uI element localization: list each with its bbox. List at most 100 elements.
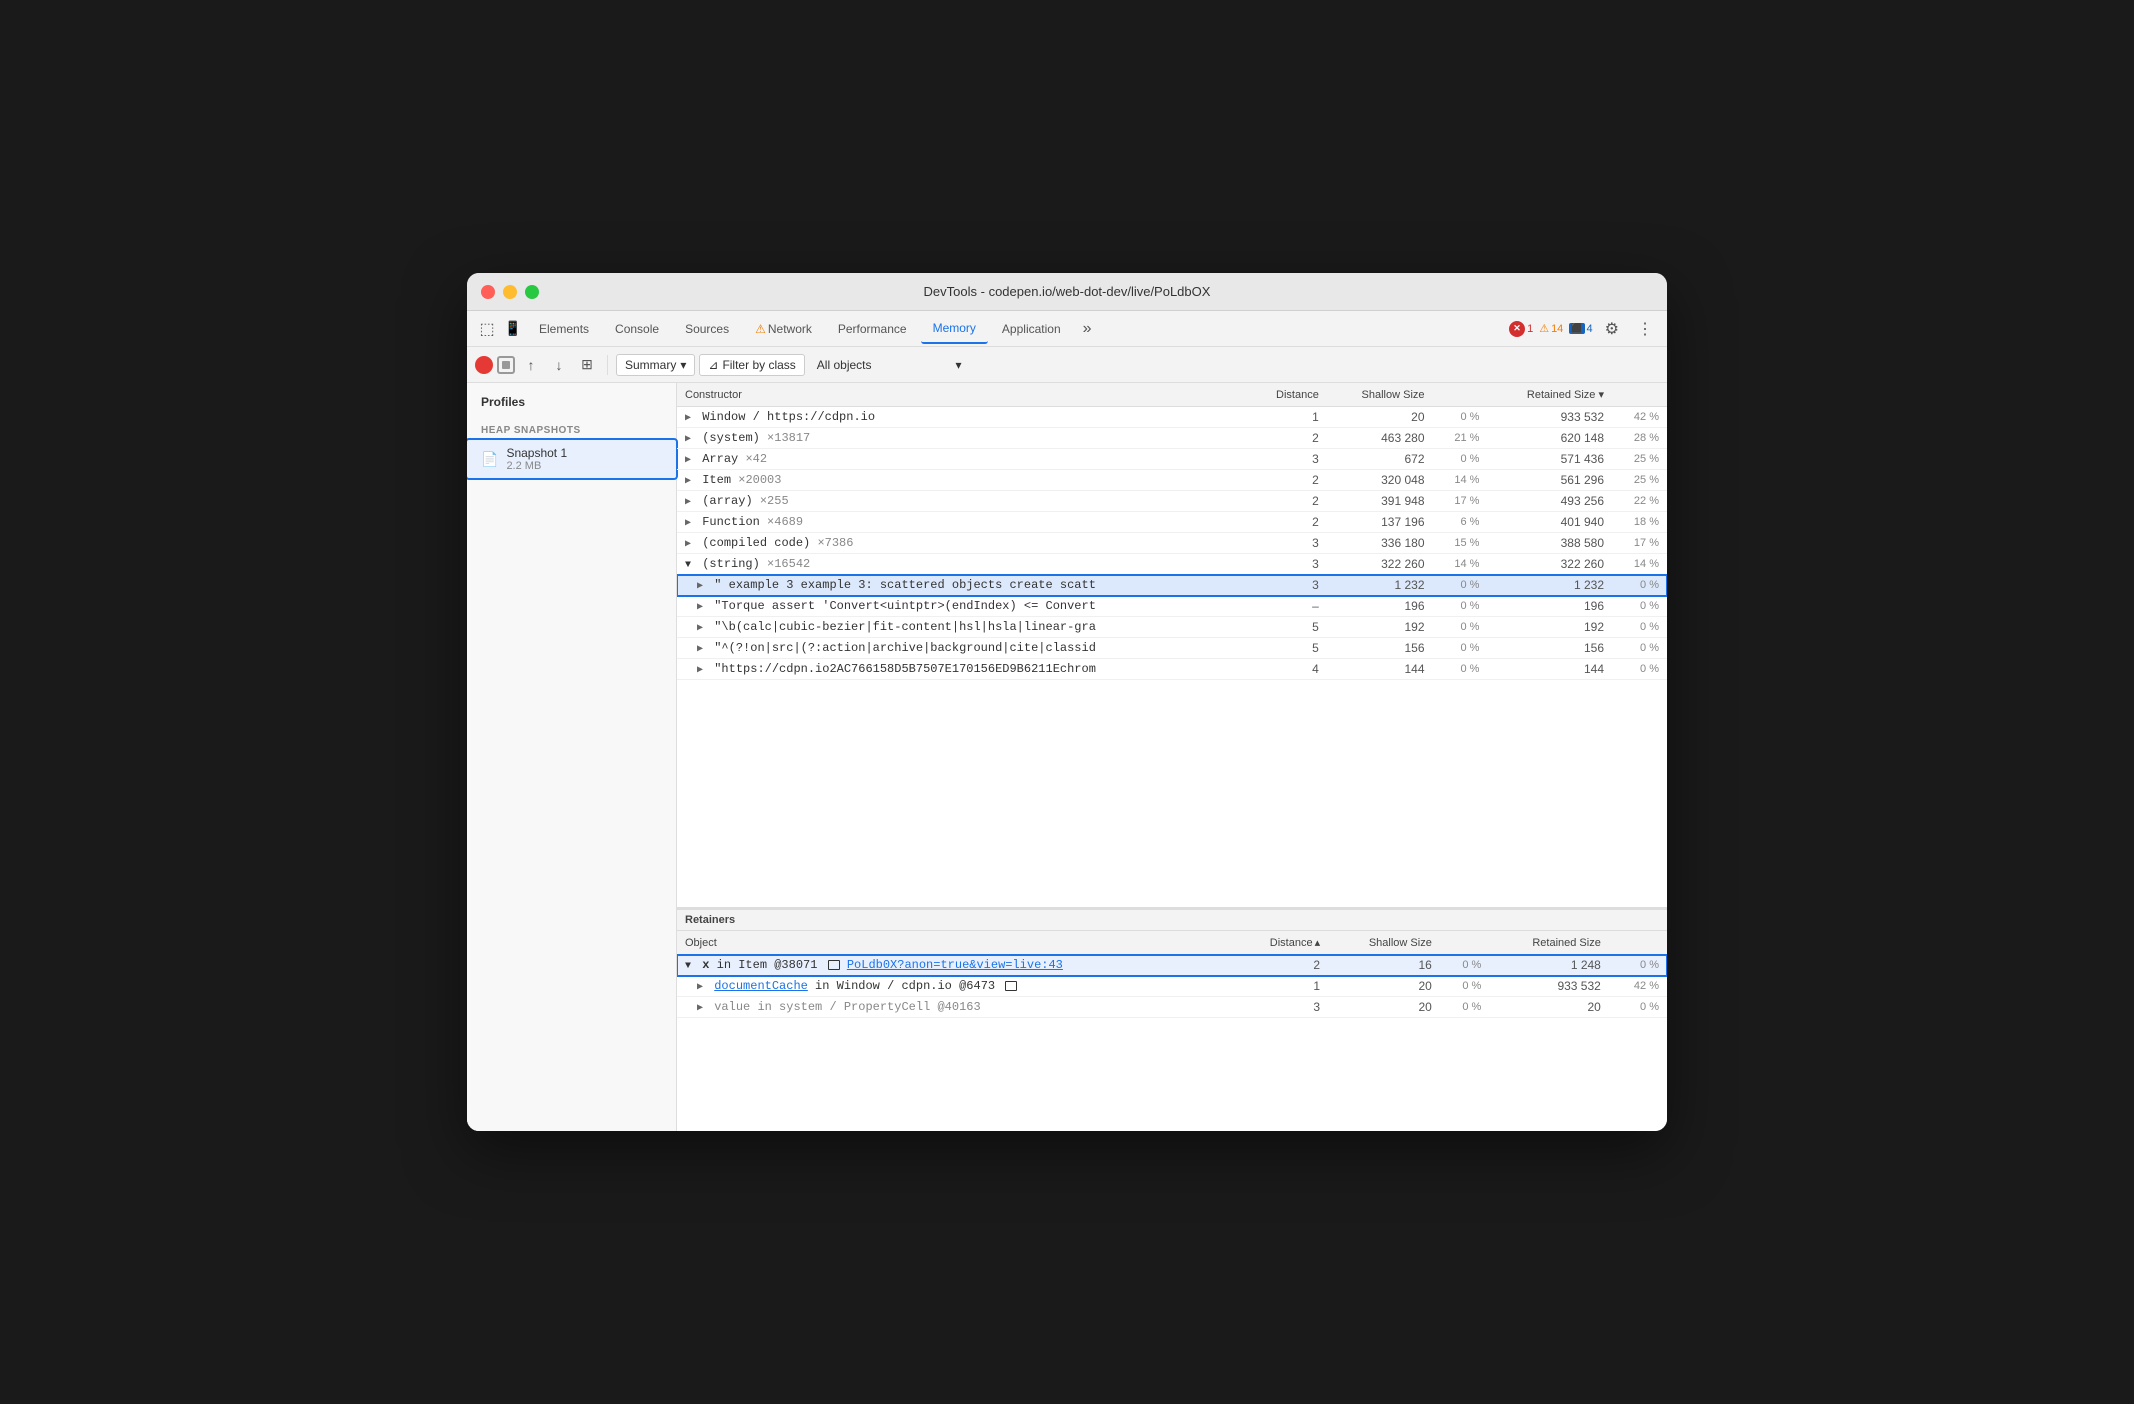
retainer-row[interactable]: ▼ x in Item @38071 PoLdb0X?anon=true&vie… [677,955,1667,976]
retainer-row[interactable]: ▶ value in system / PropertyCell @40163 … [677,997,1667,1018]
shallow-size-cell: 156 [1327,638,1433,659]
expand-icon[interactable]: ▶ [697,1003,703,1014]
tab-sources[interactable]: Sources [673,314,741,344]
ret-shallow-header[interactable]: Shallow Size [1328,931,1440,955]
expand-icon[interactable]: ▶ [697,581,703,592]
retained-size-header[interactable]: Retained Size ▾ [1487,383,1612,407]
sidebar-title: Profiles [467,395,676,417]
expand-icon[interactable]: ▶ [685,476,691,487]
expand-icon[interactable]: ▶ [685,455,691,466]
shallow-size-cell: 336 180 [1327,533,1433,554]
expand-icon[interactable]: ▶ [685,518,691,529]
expand-icon[interactable]: ▶ [685,434,691,445]
retained-size-cell: 144 [1487,659,1612,680]
expand-icon[interactable]: ▶ [697,602,703,613]
summary-dropdown[interactable]: Summary ▾ [616,354,695,376]
table-row[interactable]: ▶ "https://cdpn.io2AC766158D5B7507E17015… [677,659,1667,680]
constructor-header[interactable]: Constructor [677,383,1248,407]
distance-cell: 2 [1248,512,1327,533]
constructor-cell: ▶ Window / https://cdpn.io [677,407,1248,428]
filter-by-class-button[interactable]: ⊿ Filter by class [699,354,804,376]
ret-retained-pct-cell: 0 % [1609,955,1667,976]
main-content: Profiles HEAP SNAPSHOTS 📄 Snapshot 1 2.2… [467,383,1667,1131]
table-row[interactable]: ▶ Function ×4689 2 137 196 6 % 401 940 1… [677,512,1667,533]
tab-performance[interactable]: Performance [826,314,919,344]
constructor-cell: ▶ " example 3 example 3: scattered objec… [677,575,1248,596]
download-button[interactable]: ↓ [547,353,571,377]
table-row[interactable]: ▶ (array) ×255 2 391 948 17 % 493 256 22… [677,491,1667,512]
ret-retained-header[interactable]: Retained Size [1489,931,1609,955]
table-row[interactable]: ▶ Array ×42 3 672 0 % 571 436 25 % [677,449,1667,470]
retainers-section: Retainers Object Distance▴ Shallow Size … [677,907,1667,1131]
document-cache-link[interactable]: documentCache [714,979,808,993]
ret-shallow-pct-cell: 0 % [1440,955,1489,976]
expand-icon[interactable]: ▶ [697,665,703,676]
main-table-container[interactable]: Constructor Distance Shallow Size Retain… [677,383,1667,907]
retainer-link[interactable]: PoLdb0X?anon=true&view=live:43 [847,958,1063,972]
table-row[interactable]: ▶ Item ×20003 2 320 048 14 % 561 296 25 … [677,470,1667,491]
table-row[interactable]: ▶ "Torque assert 'Convert<uintptr>(endIn… [677,596,1667,617]
table-row[interactable]: ▶ " example 3 example 3: scattered objec… [677,575,1667,596]
all-objects-dropdown[interactable]: All objects ▾ [809,355,970,375]
warning-badge[interactable]: ⚠ 14 [1539,322,1563,335]
object-header[interactable]: Object [677,931,1234,955]
tab-console[interactable]: Console [603,314,671,344]
retained-size-cell: 322 260 [1487,554,1612,575]
retained-size-cell: 388 580 [1487,533,1612,554]
expand-icon[interactable]: ▶ [697,623,703,634]
record-button[interactable] [475,356,493,374]
expand-icon[interactable]: ▶ [685,497,691,508]
retainers-header: Retainers [677,909,1667,931]
distance-cell: 3 [1248,449,1327,470]
table-row[interactable]: ▶ "\b(calc|cubic-bezier|fit-content|hsl|… [677,617,1667,638]
table-row[interactable]: ▶ (compiled code) ×7386 3 336 180 15 % 3… [677,533,1667,554]
ret-distance-cell: 2 [1234,955,1328,976]
tab-network[interactable]: ⚠ Network [743,314,824,344]
ret-retained-pct-cell: 0 % [1609,997,1667,1018]
retainers-table: Object Distance▴ Shallow Size Retained S… [677,931,1667,1018]
more-options-button[interactable]: ⋮ [1631,319,1659,339]
window-frame-icon-2 [1005,981,1017,991]
ret-retained-cell: 20 [1489,997,1609,1018]
expand-icon[interactable]: ▶ [685,539,691,550]
clear-button[interactable]: ⊞ [575,353,599,377]
table-row[interactable]: ▶ Window / https://cdpn.io 1 20 0 % 933 … [677,407,1667,428]
distance-header[interactable]: Distance [1248,383,1327,407]
tab-application[interactable]: Application [990,314,1073,344]
maximize-button[interactable] [525,285,539,299]
distance-cell: 3 [1248,533,1327,554]
settings-button[interactable]: ⚙ [1599,319,1625,339]
ret-retained-pct-header [1609,931,1667,955]
ret-shallow-cell: 20 [1328,976,1440,997]
tab-elements[interactable]: Elements [527,314,601,344]
error-badge[interactable]: ✕ 1 [1509,321,1533,337]
expand-icon[interactable]: ▶ [685,413,691,424]
distance-cell: 2 [1248,470,1327,491]
table-row[interactable]: ▼ (string) ×16542 3 322 260 14 % 322 260… [677,554,1667,575]
ret-distance-header[interactable]: Distance▴ [1234,931,1328,955]
devtools-window: DevTools - codepen.io/web-dot-dev/live/P… [467,273,1667,1131]
snapshot-1-item[interactable]: 📄 Snapshot 1 2.2 MB [467,440,676,478]
expand-icon[interactable]: ▶ [697,982,703,993]
shallow-size-header[interactable]: Shallow Size [1327,383,1433,407]
retainer-row[interactable]: ▶ documentCache in Window / cdpn.io @647… [677,976,1667,997]
expand-icon[interactable]: ▶ [697,644,703,655]
more-tabs-button[interactable]: » [1075,320,1100,338]
minimize-button[interactable] [503,285,517,299]
retainers-table-container[interactable]: Object Distance▴ Shallow Size Retained S… [677,931,1667,1131]
table-row[interactable]: ▶ "^(?!on|src|(?:action|archive|backgrou… [677,638,1667,659]
expand-icon[interactable]: ▼ [685,961,691,972]
table-row[interactable]: ▶ (system) ×13817 2 463 280 21 % 620 148… [677,428,1667,449]
expand-icon[interactable]: ▼ [685,560,691,571]
close-button[interactable] [481,285,495,299]
stop-button[interactable] [497,356,515,374]
device-icon[interactable]: 📱 [501,317,525,341]
warning-triangle-icon: ⚠ [1539,322,1549,335]
shallow-pct-cell: 0 % [1433,638,1488,659]
upload-button[interactable]: ↑ [519,353,543,377]
tab-memory[interactable]: Memory [921,314,988,344]
retained-pct-header [1612,383,1667,407]
retained-size-cell: 1 232 [1487,575,1612,596]
inspector-icon[interactable]: ⬚ [475,317,499,341]
info-badge[interactable]: ⬛ 4 [1569,323,1592,335]
